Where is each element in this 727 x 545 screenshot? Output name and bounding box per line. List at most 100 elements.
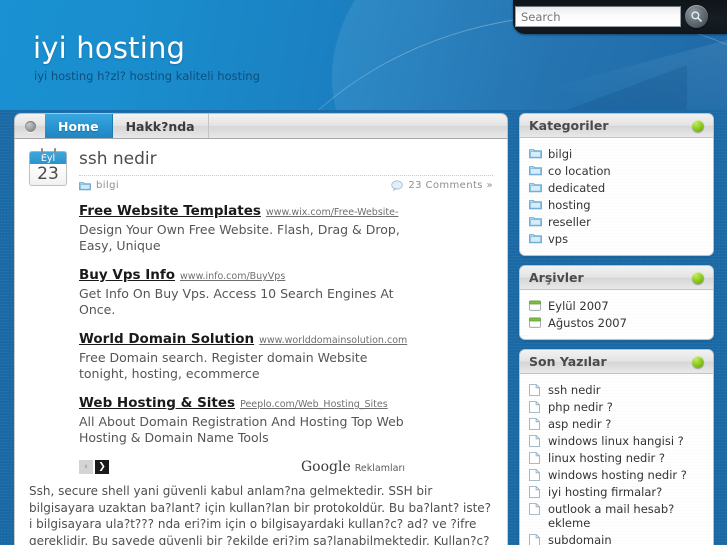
post-category-label: bilgi [96, 180, 120, 191]
ad-footer: ‹ ❯ Google Reklamları [79, 459, 489, 475]
list-item[interactable]: vps [529, 230, 704, 247]
calendar-ring-left [40, 148, 43, 155]
calendar-icon [529, 300, 542, 311]
list-item[interactable]: subdomain [529, 531, 704, 545]
search-button[interactable] [685, 5, 708, 28]
list-item-label: outlook a mail hesab? ekleme [548, 501, 675, 530]
widget-body: ssh nedir php nedir ? asp nedir ? window… [520, 374, 713, 545]
site-tagline: iyi hosting h?zl? hosting kaliteli hosti… [34, 69, 260, 83]
ad-item: Free Website Templates www.wix.com/Free-W… [79, 203, 489, 254]
list-item[interactable]: iyi hosting firmalar? [529, 483, 704, 500]
list-item-label: ssh nedir [548, 382, 601, 397]
list-item[interactable]: outlook a mail hesab? ekleme [529, 500, 704, 531]
ad-title[interactable]: Free Website Templates [79, 203, 261, 219]
list-item[interactable]: ssh nedir [529, 381, 704, 398]
list-item[interactable]: reseller [529, 213, 704, 230]
list-item[interactable]: windows hosting nedir ? [529, 466, 704, 483]
post-title[interactable]: ssh nedir [79, 149, 493, 173]
list-item-label: linux hosting nedir ? [548, 450, 666, 465]
list-item[interactable]: php nedir ? [529, 398, 704, 415]
site-title: iyi hosting [33, 31, 186, 65]
widget-header: Son Yazılar [520, 350, 713, 374]
navigation-tabs: Home Hakk?nda [14, 113, 508, 139]
search-input[interactable] [515, 6, 681, 27]
list-item-label: php nedir ? [548, 399, 613, 414]
ad-pagination: ‹ ❯ [79, 460, 109, 474]
list-item-label: iyi hosting firmalar? [548, 484, 663, 499]
post-header-right: ssh nedir bilgi 23 Comments » [79, 149, 493, 191]
ad-prev-button[interactable]: ‹ [79, 460, 93, 474]
ad-title[interactable]: World Domain Solution [79, 331, 254, 347]
page-icon [529, 485, 542, 498]
green-dot-icon[interactable] [692, 355, 704, 368]
widget-son-yazilar: Son Yazılar ssh nedir php nedir ? asp ne… [519, 349, 714, 545]
tab-hakkinda[interactable]: Hakk?nda [113, 114, 209, 138]
ad-title-line: Free Website Templates www.wix.com/Free-W… [79, 203, 489, 221]
ad-url[interactable]: www.worlddomainsolution.com [259, 335, 407, 346]
folder-icon [529, 148, 542, 159]
ad-url[interactable]: Peeplo.com/Web_Hosting_Sites [240, 399, 388, 410]
page-icon [529, 468, 542, 481]
widget-kategoriler: Kategoriler bilgi co location dedicated … [519, 113, 714, 256]
page-icon [529, 533, 542, 545]
list-item[interactable]: asp nedir ? [529, 415, 704, 432]
list-item[interactable]: Eylül 2007 [529, 297, 704, 314]
search-icon [691, 11, 702, 22]
post-comments-link[interactable]: 23 Comments » [391, 180, 493, 191]
category-list: bilgi co location dedicated hosting rese… [529, 145, 704, 247]
widget-header: Arşivler [520, 266, 713, 290]
folder-icon [79, 181, 91, 190]
ad-description: Free Domain search. Register domain Webs… [79, 350, 368, 381]
list-item-label: subdomain [548, 532, 612, 545]
post-comments-label: 23 Comments » [408, 180, 493, 191]
green-dot-icon[interactable] [692, 271, 704, 284]
folder-icon [529, 182, 542, 193]
page-icon [529, 451, 542, 464]
ad-url[interactable]: www.info.com/BuyVps [180, 271, 285, 282]
post-date-badge: Eyl 23 [29, 148, 67, 186]
widget-title: Son Yazılar [529, 354, 607, 369]
comment-bubble-icon [391, 180, 404, 191]
list-item[interactable]: linux hosting nedir ? [529, 449, 704, 466]
list-item[interactable]: co location [529, 162, 704, 179]
list-item[interactable]: bilgi [529, 145, 704, 162]
widget-body: bilgi co location dedicated hosting rese… [520, 138, 713, 255]
folder-icon [529, 165, 542, 176]
calendar-icon [529, 317, 542, 328]
folder-icon [529, 199, 542, 210]
list-item[interactable]: dedicated [529, 179, 704, 196]
ad-item: Buy Vps Info www.info.com/BuyVps Get Info… [79, 267, 489, 318]
ad-title[interactable]: Web Hosting & Sites [79, 395, 235, 411]
tab-home[interactable]: Home [45, 114, 113, 138]
list-item-label: windows hosting nedir ? [548, 467, 687, 482]
calendar-rings [29, 148, 67, 155]
page-icon [529, 417, 542, 430]
list-item-label: co location [548, 163, 611, 178]
google-ads-brand: Google Reklamları [301, 459, 405, 475]
post-category-link[interactable]: bilgi [79, 180, 119, 191]
ad-next-button[interactable]: ❯ [95, 460, 109, 474]
archive-list: Eylül 2007 Ağustos 2007 [529, 297, 704, 331]
post-meta: bilgi 23 Comments » [79, 175, 493, 191]
ad-item: Web Hosting & Sites Peeplo.com/Web_Hostin… [79, 395, 489, 446]
home-indicator[interactable] [15, 114, 45, 138]
post-date-day: 23 [29, 164, 67, 186]
list-item[interactable]: Ağustos 2007 [529, 314, 704, 331]
green-dot-icon[interactable] [692, 119, 704, 132]
sidebar: Kategoriler bilgi co location dedicated … [519, 113, 714, 545]
ad-title-line: Web Hosting & Sites Peeplo.com/Web_Hostin… [79, 395, 489, 413]
list-item-label: bilgi [548, 146, 573, 161]
search-form [515, 4, 711, 29]
page-icon [529, 502, 542, 515]
folder-icon [529, 216, 542, 227]
list-item[interactable]: hosting [529, 196, 704, 213]
ad-description: Get Info On Buy Vps. Access 10 Search En… [79, 286, 394, 317]
site-header: iyi hosting iyi hosting h?zl? hosting ka… [0, 0, 727, 110]
ad-description: All About Domain Registration And Hostin… [79, 414, 404, 445]
list-item-label: Eylül 2007 [548, 298, 609, 313]
list-item-label: reseller [548, 214, 591, 229]
page-icon [529, 383, 542, 396]
ad-url[interactable]: www.wix.com/Free-Website- [266, 207, 399, 218]
ad-title[interactable]: Buy Vps Info [79, 267, 175, 283]
list-item[interactable]: windows linux hangisi ? [529, 432, 704, 449]
